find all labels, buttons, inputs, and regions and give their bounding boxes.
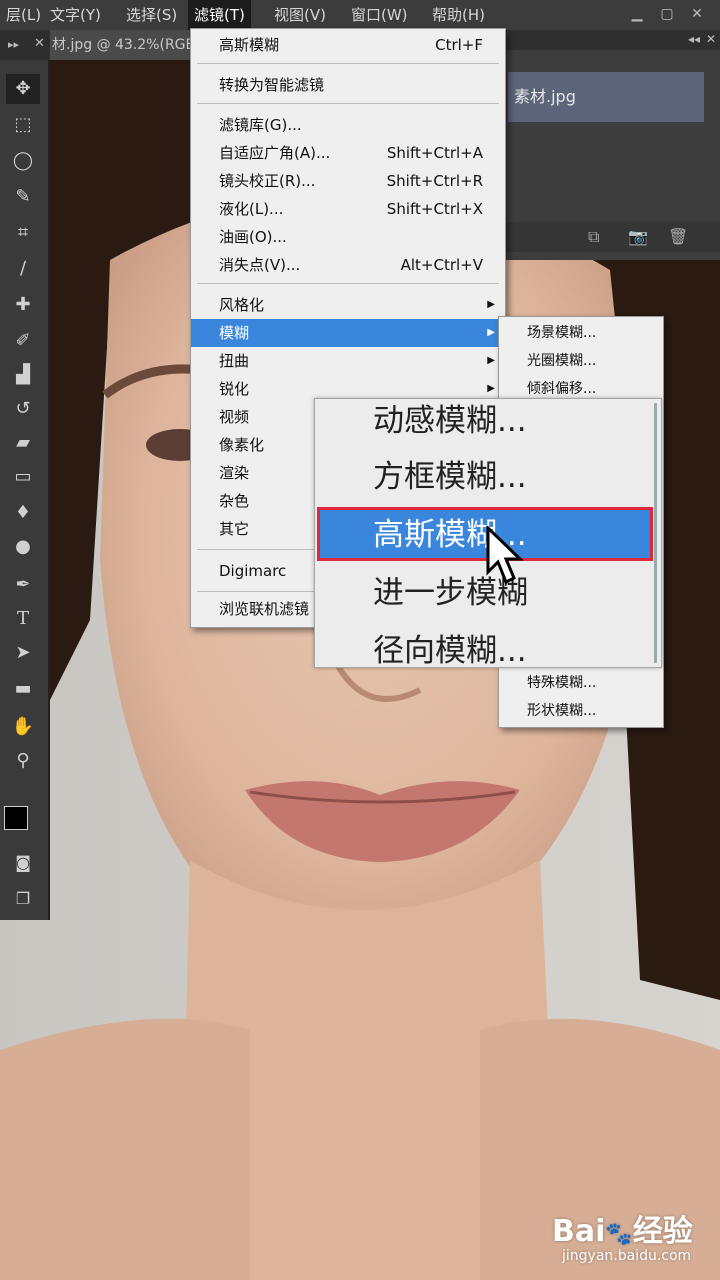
eyedropper-tool-icon[interactable]: ∕ <box>6 254 40 284</box>
menu-layer[interactable]: 层(L) <box>0 0 47 30</box>
filter-item-distort[interactable]: 扭曲 ▶ <box>191 347 505 375</box>
menu-help[interactable]: 帮助(H) <box>426 0 491 30</box>
eraser-tool-icon[interactable]: ▰ <box>6 428 40 458</box>
watermark-logo: Bai🐾经验 <box>552 1214 693 1249</box>
minimize-icon[interactable]: ▁ <box>622 0 652 28</box>
close-window-icon[interactable]: ✕ <box>682 0 712 28</box>
filter-item-blur[interactable]: 模糊 ▶ <box>191 319 505 347</box>
submenu-arrow-icon: ▶ <box>487 299 495 310</box>
scrollbar[interactable] <box>654 403 657 663</box>
pen-tool-icon[interactable]: ✒ <box>6 570 40 600</box>
zoom-tool-icon[interactable]: ⚲ <box>6 746 40 776</box>
lasso-tool-icon[interactable]: ◯ <box>6 146 40 176</box>
trash-icon[interactable]: 🗑 <box>668 222 688 252</box>
blur-item-shape[interactable]: 形状模糊... <box>527 697 596 725</box>
brush-tool-icon[interactable]: ✐ <box>6 326 40 356</box>
expand-icon[interactable]: ▸▸ <box>8 38 19 51</box>
zoom-item-radial-blur[interactable]: 径向模糊... <box>373 623 527 679</box>
menu-type[interactable]: 文字(Y) <box>44 0 107 30</box>
mouse-cursor-icon <box>486 526 524 585</box>
submenu-arrow-icon: ▶ <box>487 327 495 338</box>
panel-header: ◂◂ ✕ <box>500 30 720 50</box>
new-snapshot-icon[interactable]: ⧉ <box>588 222 599 252</box>
blur-item-iris[interactable]: 光圈模糊... <box>527 347 596 375</box>
filter-item-stylize[interactable]: 风格化 ▶ <box>191 291 505 319</box>
camera-icon[interactable]: 📷 <box>628 222 648 252</box>
filter-item-gallery[interactable]: 滤镜库(G)... <box>191 111 505 139</box>
rectangle-tool-icon[interactable]: ▬ <box>6 674 40 704</box>
filter-item-vanishing-point[interactable]: 消失点(V)... Alt+Ctrl+V <box>191 251 505 279</box>
panel-close-icon[interactable]: ✕ <box>706 32 716 46</box>
submenu-arrow-icon: ▶ <box>487 355 495 366</box>
blur-item-smart[interactable]: 特殊模糊... <box>527 669 596 697</box>
filter-item-liquify[interactable]: 液化(L)... Shift+Ctrl+X <box>191 195 505 223</box>
filter-item-oil-paint[interactable]: 油画(O)... <box>191 223 505 251</box>
quick-select-tool-icon[interactable]: ✎ <box>6 182 40 212</box>
panel-collapse-icon[interactable]: ◂◂ <box>688 32 700 46</box>
filter-item-adaptive-wide[interactable]: 自适应广角(A)... Shift+Ctrl+A <box>191 139 505 167</box>
menu-view[interactable]: 视图(V) <box>268 0 332 30</box>
panel-footer: ⧉ 📷 🗑 <box>500 222 720 252</box>
hand-tool-icon[interactable]: ✋ <box>6 712 40 742</box>
filter-item-lens-correction[interactable]: 镜头校正(R)... Shift+Ctrl+R <box>191 167 505 195</box>
document-tab[interactable]: 材.jpg @ 43.2%(RGB <box>50 30 202 60</box>
close-icon[interactable]: ✕ <box>34 36 45 51</box>
history-brush-tool-icon[interactable]: ↺ <box>6 394 40 424</box>
quick-mask-icon[interactable]: ◙ <box>6 848 40 878</box>
zoom-item-box-blur[interactable]: 方框模糊... <box>373 449 527 505</box>
path-select-tool-icon[interactable]: ➤ <box>6 638 40 668</box>
filter-item-last[interactable]: 高斯模糊 Ctrl+F <box>191 31 505 59</box>
marquee-tool-icon[interactable]: ⬚ <box>6 110 40 140</box>
dodge-tool-icon[interactable]: ● <box>6 532 40 562</box>
zoom-item-motion-blur[interactable]: 动感模糊... <box>373 393 527 449</box>
menu-filter[interactable]: 滤镜(T) <box>188 0 251 30</box>
tools-panel: ✥ ⬚ ◯ ✎ ⌗ ∕ ✚ ✐ ▟ ↺ ▰ ▭ ♦ ● ✒ T ➤ ▬ ✋ ⚲ … <box>0 60 50 920</box>
healing-brush-tool-icon[interactable]: ✚ <box>6 290 40 320</box>
crop-tool-icon[interactable]: ⌗ <box>6 218 40 248</box>
screen-mode-icon[interactable]: ❐ <box>6 884 40 914</box>
stamp-tool-icon[interactable]: ▟ <box>6 360 40 390</box>
menu-select[interactable]: 选择(S) <box>120 0 183 30</box>
menu-window[interactable]: 窗口(W) <box>345 0 414 30</box>
window-controls: ▁ ▢ ✕ <box>622 0 712 30</box>
blur-tool-icon[interactable]: ♦ <box>6 498 40 528</box>
menu-bar: 层(L) 文字(Y) 选择(S) 滤镜(T) 视图(V) 窗口(W) 帮助(H)… <box>0 0 720 30</box>
type-tool-icon[interactable]: T <box>6 604 40 634</box>
maximize-icon[interactable]: ▢ <box>652 0 682 28</box>
filter-item-convert-smart[interactable]: 转换为智能滤镜 <box>191 71 505 99</box>
foreground-color-swatch[interactable] <box>4 806 28 830</box>
gradient-tool-icon[interactable]: ▭ <box>6 462 40 492</box>
watermark-url: jingyan.baidu.com <box>562 1248 692 1264</box>
blur-item-field[interactable]: 场景模糊... <box>527 319 596 347</box>
toolbar-header: ▸▸ ✕ <box>0 30 50 60</box>
move-tool-icon[interactable]: ✥ <box>6 74 40 104</box>
layer-item[interactable]: 素材.jpg <box>508 72 704 122</box>
